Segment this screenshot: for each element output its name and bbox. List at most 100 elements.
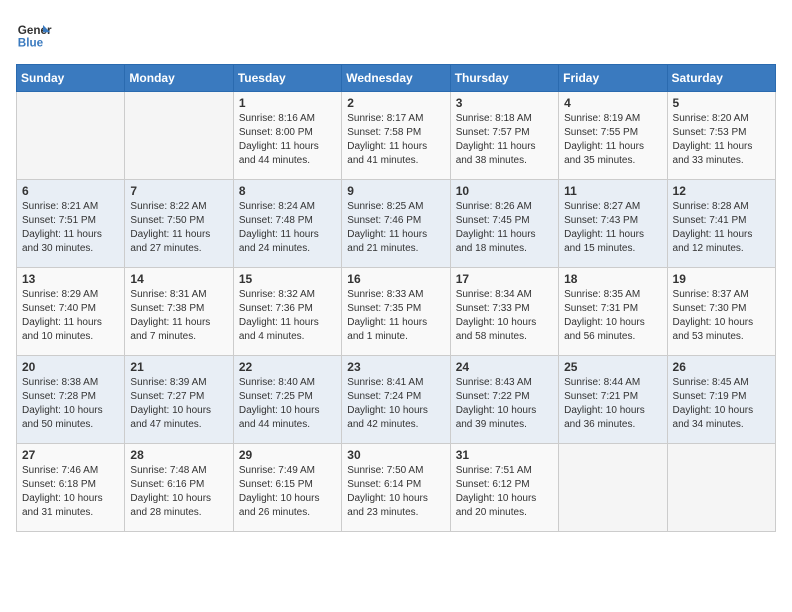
calendar-cell: 29Sunrise: 7:49 AM Sunset: 6:15 PM Dayli… xyxy=(233,444,341,532)
day-number: 8 xyxy=(239,184,336,198)
day-info: Sunrise: 8:34 AM Sunset: 7:33 PM Dayligh… xyxy=(456,288,553,344)
weekday-header: Sunday xyxy=(17,65,125,92)
calendar-cell: 17 Sunrise: 8:34 AM Sunset: 7:33 PM Dayli… xyxy=(450,268,558,356)
day-info: Sunrise: 8:40 AM Sunset: 7:25 PM Dayligh… xyxy=(239,376,336,432)
calendar-cell: 7 Sunrise: 8:22 AM Sunset: 7:50 PM Daylig… xyxy=(125,180,233,268)
day-info: Sunrise: 8:26 AM Sunset: 7:45 PM Dayligh… xyxy=(456,200,553,256)
day-info: Sunrise: 7:49 AM Sunset: 6:15 PM Dayligh… xyxy=(239,464,336,520)
calendar-week-row: 13 Sunrise: 8:29 AM Sunset: 7:40 PM Dayli… xyxy=(17,268,776,356)
calendar-cell: 1 Sunrise: 8:16 AM Sunset: 8:00 PM Daylig… xyxy=(233,92,341,180)
day-number: 30 xyxy=(347,448,444,462)
day-info: Sunrise: 8:37 AM Sunset: 7:30 PM Dayligh… xyxy=(673,288,770,344)
calendar-week-row: 6Sunrise: 8:21 AM Sunset: 7:51 PM Daylig… xyxy=(17,180,776,268)
day-info: Sunrise: 7:48 AM Sunset: 6:16 PM Dayligh… xyxy=(130,464,227,520)
day-info: Sunrise: 7:46 AM Sunset: 6:18 PM Dayligh… xyxy=(22,464,119,520)
day-number: 28 xyxy=(130,448,227,462)
day-info: Sunrise: 8:19 AM Sunset: 7:55 PM Dayligh… xyxy=(564,112,661,168)
weekday-header: Saturday xyxy=(667,65,775,92)
day-info: Sunrise: 8:25 AM Sunset: 7:46 PM Dayligh… xyxy=(347,200,444,256)
weekday-header: Friday xyxy=(559,65,667,92)
day-info: Sunrise: 8:20 AM Sunset: 7:53 PM Dayligh… xyxy=(673,112,770,168)
day-number: 26 xyxy=(673,360,770,374)
day-number: 2 xyxy=(347,96,444,110)
day-info: Sunrise: 8:35 AM Sunset: 7:31 PM Dayligh… xyxy=(564,288,661,344)
day-number: 23 xyxy=(347,360,444,374)
calendar-cell: 9 Sunrise: 8:25 AM Sunset: 7:46 PM Daylig… xyxy=(342,180,450,268)
day-number: 27 xyxy=(22,448,119,462)
day-number: 25 xyxy=(564,360,661,374)
calendar-body: 1 Sunrise: 8:16 AM Sunset: 8:00 PM Daylig… xyxy=(17,92,776,532)
logo-icon: General Blue xyxy=(16,16,52,52)
calendar-cell: 16Sunrise: 8:33 AM Sunset: 7:35 PM Dayli… xyxy=(342,268,450,356)
day-info: Sunrise: 8:22 AM Sunset: 7:50 PM Dayligh… xyxy=(130,200,227,256)
calendar-cell: 6Sunrise: 8:21 AM Sunset: 7:51 PM Daylig… xyxy=(17,180,125,268)
calendar-cell: 25 Sunrise: 8:44 AM Sunset: 7:21 PM Dayli… xyxy=(559,356,667,444)
day-number: 24 xyxy=(456,360,553,374)
day-info: Sunrise: 8:27 AM Sunset: 7:43 PM Dayligh… xyxy=(564,200,661,256)
logo: General Blue xyxy=(16,16,52,52)
calendar-cell: 10 Sunrise: 8:26 AM Sunset: 7:45 PM Dayli… xyxy=(450,180,558,268)
calendar-cell: 19 Sunrise: 8:37 AM Sunset: 7:30 PM Dayli… xyxy=(667,268,775,356)
day-info: Sunrise: 7:50 AM Sunset: 6:14 PM Dayligh… xyxy=(347,464,444,520)
calendar-week-row: 1 Sunrise: 8:16 AM Sunset: 8:00 PM Daylig… xyxy=(17,92,776,180)
day-number: 4 xyxy=(564,96,661,110)
day-number: 21 xyxy=(130,360,227,374)
calendar-cell: 26Sunrise: 8:45 AM Sunset: 7:19 PM Dayli… xyxy=(667,356,775,444)
day-info: Sunrise: 8:16 AM Sunset: 8:00 PM Dayligh… xyxy=(239,112,336,168)
calendar-cell: 27 Sunrise: 7:46 AM Sunset: 6:18 PM Dayli… xyxy=(17,444,125,532)
day-number: 15 xyxy=(239,272,336,286)
day-info: Sunrise: 8:18 AM Sunset: 7:57 PM Dayligh… xyxy=(456,112,553,168)
weekday-header: Monday xyxy=(125,65,233,92)
weekday-header: Thursday xyxy=(450,65,558,92)
day-number: 17 xyxy=(456,272,553,286)
calendar-cell: 2 Sunrise: 8:17 AM Sunset: 7:58 PM Daylig… xyxy=(342,92,450,180)
calendar-cell: 13 Sunrise: 8:29 AM Sunset: 7:40 PM Dayli… xyxy=(17,268,125,356)
calendar-header: SundayMondayTuesdayWednesdayThursdayFrid… xyxy=(17,65,776,92)
page-header: General Blue xyxy=(16,16,776,52)
calendar-cell xyxy=(667,444,775,532)
day-number: 18 xyxy=(564,272,661,286)
calendar-cell: 15 Sunrise: 8:32 AM Sunset: 7:36 PM Dayli… xyxy=(233,268,341,356)
calendar-cell: 22 Sunrise: 8:40 AM Sunset: 7:25 PM Dayli… xyxy=(233,356,341,444)
calendar-cell: 23 Sunrise: 8:41 AM Sunset: 7:24 PM Dayli… xyxy=(342,356,450,444)
calendar-cell: 5Sunrise: 8:20 AM Sunset: 7:53 PM Daylig… xyxy=(667,92,775,180)
day-number: 10 xyxy=(456,184,553,198)
calendar-cell: 12 Sunrise: 8:28 AM Sunset: 7:41 PM Dayli… xyxy=(667,180,775,268)
day-number: 11 xyxy=(564,184,661,198)
day-info: Sunrise: 8:41 AM Sunset: 7:24 PM Dayligh… xyxy=(347,376,444,432)
calendar-cell: 28 Sunrise: 7:48 AM Sunset: 6:16 PM Dayli… xyxy=(125,444,233,532)
weekday-header: Wednesday xyxy=(342,65,450,92)
day-number: 9 xyxy=(347,184,444,198)
day-info: Sunrise: 8:28 AM Sunset: 7:41 PM Dayligh… xyxy=(673,200,770,256)
day-number: 31 xyxy=(456,448,553,462)
day-number: 19 xyxy=(673,272,770,286)
calendar-cell: 14 Sunrise: 8:31 AM Sunset: 7:38 PM Dayli… xyxy=(125,268,233,356)
day-number: 14 xyxy=(130,272,227,286)
svg-text:Blue: Blue xyxy=(18,37,44,50)
day-info: Sunrise: 7:51 AM Sunset: 6:12 PM Dayligh… xyxy=(456,464,553,520)
calendar-cell: 8Sunrise: 8:24 AM Sunset: 7:48 PM Daylig… xyxy=(233,180,341,268)
day-number: 3 xyxy=(456,96,553,110)
day-number: 20 xyxy=(22,360,119,374)
day-info: Sunrise: 8:32 AM Sunset: 7:36 PM Dayligh… xyxy=(239,288,336,344)
day-number: 22 xyxy=(239,360,336,374)
weekday-header: Tuesday xyxy=(233,65,341,92)
day-info: Sunrise: 8:33 AM Sunset: 7:35 PM Dayligh… xyxy=(347,288,444,344)
calendar-cell xyxy=(559,444,667,532)
calendar-cell: 3 Sunrise: 8:18 AM Sunset: 7:57 PM Daylig… xyxy=(450,92,558,180)
day-number: 13 xyxy=(22,272,119,286)
day-info: Sunrise: 8:44 AM Sunset: 7:21 PM Dayligh… xyxy=(564,376,661,432)
day-info: Sunrise: 8:31 AM Sunset: 7:38 PM Dayligh… xyxy=(130,288,227,344)
day-info: Sunrise: 8:17 AM Sunset: 7:58 PM Dayligh… xyxy=(347,112,444,168)
day-info: Sunrise: 8:29 AM Sunset: 7:40 PM Dayligh… xyxy=(22,288,119,344)
day-info: Sunrise: 8:39 AM Sunset: 7:27 PM Dayligh… xyxy=(130,376,227,432)
calendar-cell: 20Sunrise: 8:38 AM Sunset: 7:28 PM Dayli… xyxy=(17,356,125,444)
day-number: 1 xyxy=(239,96,336,110)
calendar-cell xyxy=(17,92,125,180)
calendar-cell: 24Sunrise: 8:43 AM Sunset: 7:22 PM Dayli… xyxy=(450,356,558,444)
day-number: 12 xyxy=(673,184,770,198)
calendar-week-row: 27 Sunrise: 7:46 AM Sunset: 6:18 PM Dayli… xyxy=(17,444,776,532)
day-number: 7 xyxy=(130,184,227,198)
day-number: 6 xyxy=(22,184,119,198)
calendar-cell: 18 Sunrise: 8:35 AM Sunset: 7:31 PM Dayli… xyxy=(559,268,667,356)
